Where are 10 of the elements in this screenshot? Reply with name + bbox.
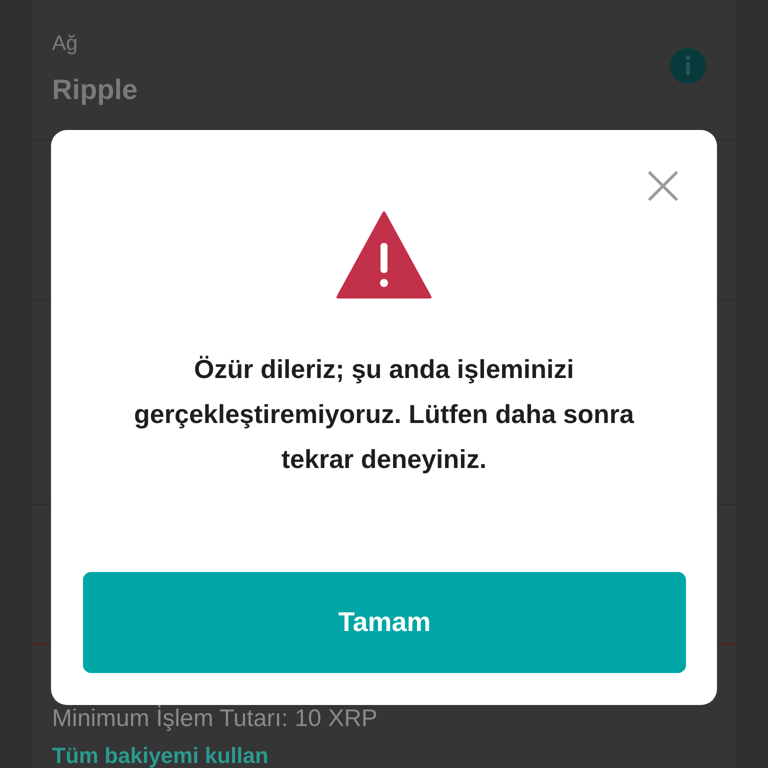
field-label: Ağ bbox=[52, 30, 79, 57]
ok-button[interactable]: Tamam bbox=[83, 572, 686, 673]
field-value: Ripple bbox=[52, 73, 138, 108]
close-button[interactable] bbox=[645, 168, 681, 204]
use-balance-link[interactable]: Tüm bakiyemi kullan bbox=[52, 745, 716, 767]
info-icon[interactable] bbox=[670, 48, 706, 84]
error-message: Özür dileriz; şu anda işleminizi gerçekleştiremiyoruz. Lütfen daha sonra tekrar deneyiniz. bbox=[133, 353, 636, 476]
minimum-amount-note: Minimum İşlem Tutarı: 10 XRP bbox=[52, 707, 378, 731]
warning-icon bbox=[336, 211, 432, 299]
close-icon bbox=[647, 170, 679, 202]
